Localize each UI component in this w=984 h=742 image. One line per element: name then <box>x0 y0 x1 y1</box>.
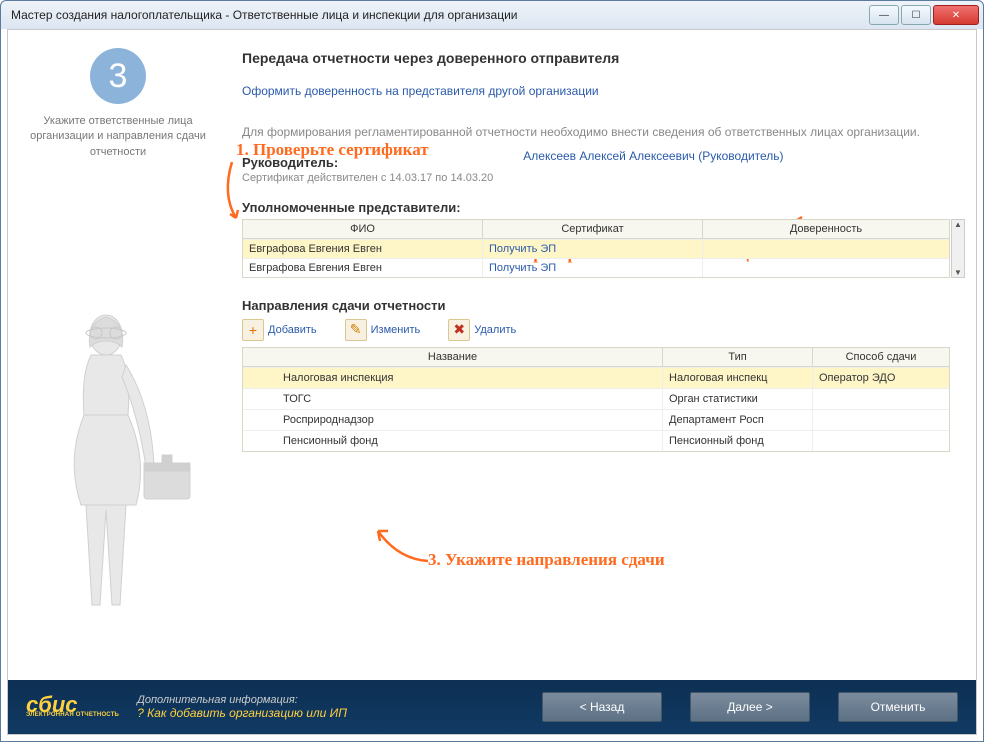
reps-row[interactable]: Евграфова Евгения Евген Получить ЭП <box>243 239 949 258</box>
main-panel: Передача отчетности через доверенного от… <box>228 30 976 680</box>
window-title: Мастер создания налогоплательщика - Отве… <box>11 8 517 22</box>
next-button[interactable]: Далее > <box>690 692 810 722</box>
cert-validity: Сертификат действителен с 14.03.17 по 14… <box>242 172 493 184</box>
director-link[interactable]: Алексеев Алексей Алексеевич (Руководител… <box>523 149 783 163</box>
back-button[interactable]: < Назад <box>542 692 662 722</box>
reps-scrollbar[interactable]: ▲▼ <box>951 219 965 278</box>
cert-description: Для формирования регламентированной отче… <box>242 124 950 141</box>
dir-row[interactable]: ТОГС Орган статистики <box>243 388 949 409</box>
reps-col-cert[interactable]: Сертификат <box>483 220 703 238</box>
reps-col-fio[interactable]: ФИО <box>243 220 483 238</box>
help-info[interactable]: Дополнительная информация: ? Как добавит… <box>137 694 347 720</box>
pencil-icon: ✎ <box>345 319 367 341</box>
dir-col-type[interactable]: Тип <box>663 348 813 366</box>
dir-row[interactable]: Росприроднадзор Департамент Росп <box>243 409 949 430</box>
plus-icon: + <box>242 319 264 341</box>
get-signature-link[interactable]: Получить ЭП <box>483 259 703 277</box>
page-title: Передача отчетности через доверенного от… <box>242 50 950 66</box>
delete-icon: ✖ <box>448 319 470 341</box>
maximize-button[interactable]: ☐ <box>901 5 931 25</box>
dir-row[interactable]: Налоговая инспекция Налоговая инспекц Оп… <box>243 367 949 388</box>
assistant-illustration <box>26 305 216 615</box>
directions-heading: Направления сдачи отчетности <box>242 298 950 313</box>
close-button[interactable]: ✕ <box>933 5 979 25</box>
wizard-window: Мастер создания налогоплательщика - Отве… <box>0 0 984 742</box>
edit-button[interactable]: ✎Изменить <box>345 319 421 341</box>
annotation-3: 3. Укажите направления сдачи <box>428 550 665 570</box>
poa-link[interactable]: Оформить доверенность на представителя д… <box>242 84 950 98</box>
sidebar-hint: Укажите ответственные лица организации и… <box>20 114 216 160</box>
get-signature-link[interactable]: Получить ЭП <box>483 240 703 258</box>
representatives-table[interactable]: ФИО Сертификат Доверенность Евграфова Ев… <box>242 219 950 278</box>
delete-button[interactable]: ✖Удалить <box>448 319 516 341</box>
director-label: Руководитель: <box>242 155 493 170</box>
wizard-sidebar: 3 Укажите ответственные лица организации… <box>8 30 228 680</box>
reps-heading: Уполномоченные представители: <box>242 200 950 215</box>
dir-row[interactable]: Пенсионный фонд Пенсионный фонд <box>243 430 949 451</box>
dir-col-name[interactable]: Название <box>243 348 663 366</box>
minimize-button[interactable]: — <box>869 5 899 25</box>
sbis-logo: сбис ЭЛЕКТРОННАЯ ОТЧЕТНОСТЬ <box>26 696 119 718</box>
titlebar[interactable]: Мастер создания налогоплательщика - Отве… <box>1 1 983 29</box>
dir-col-method[interactable]: Способ сдачи <box>813 348 949 366</box>
step-number-badge: 3 <box>90 48 146 104</box>
add-button[interactable]: +Добавить <box>242 319 317 341</box>
cancel-button[interactable]: Отменить <box>838 692 958 722</box>
directions-table[interactable]: Название Тип Способ сдачи Налоговая инсп… <box>242 347 950 452</box>
reps-row[interactable]: Евграфова Евгения Евген Получить ЭП <box>243 258 949 277</box>
wizard-footer: сбис ЭЛЕКТРОННАЯ ОТЧЕТНОСТЬ Дополнительн… <box>8 680 976 734</box>
reps-col-poa[interactable]: Доверенность <box>703 220 949 238</box>
